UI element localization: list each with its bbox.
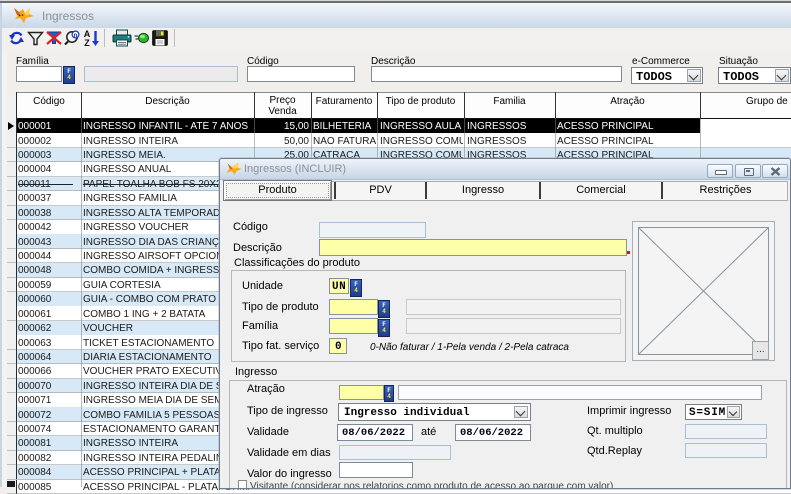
svg-text:Z: Z xyxy=(84,38,90,47)
svg-text:n: n xyxy=(74,32,78,39)
